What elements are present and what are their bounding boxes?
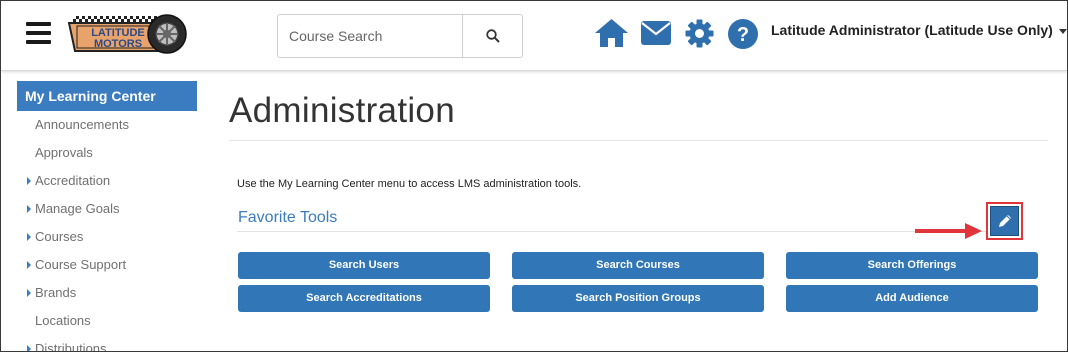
sidebar-item-label: Locations bbox=[35, 313, 91, 328]
gear-icon[interactable] bbox=[685, 19, 714, 53]
home-icon[interactable] bbox=[594, 18, 629, 53]
logo-text-line2: MOTORS bbox=[94, 38, 142, 50]
sidebar-item-label: Distributions bbox=[35, 341, 107, 352]
user-menu[interactable]: Latitude Administrator (Latitude Use Onl… bbox=[771, 22, 1067, 42]
title-divider bbox=[229, 140, 1048, 141]
sidebar-item-label: Manage Goals bbox=[35, 201, 120, 216]
caret-right-icon bbox=[27, 233, 31, 241]
tool-button-search-position-groups[interactable]: Search Position Groups bbox=[512, 285, 764, 312]
chevron-down-icon bbox=[1058, 28, 1067, 34]
mail-icon[interactable] bbox=[641, 21, 671, 50]
svg-text:?: ? bbox=[737, 24, 749, 46]
favorites-title: Favorite Tools bbox=[238, 209, 338, 226]
sidebar-item-label: Courses bbox=[35, 229, 84, 244]
caret-right-icon bbox=[27, 345, 31, 351]
course-search-box bbox=[277, 14, 523, 58]
sidebar-item[interactable]: Approvals bbox=[17, 139, 197, 167]
user-name: Latitude Administrator (Latitude Use Onl… bbox=[771, 22, 1053, 38]
sidebar: My Learning Center Announcements Approval… bbox=[17, 81, 197, 352]
logo[interactable]: LATITUDE MOTORS bbox=[67, 13, 189, 55]
tool-button-search-accreditations[interactable]: Search Accreditations bbox=[238, 285, 490, 312]
sidebar-item[interactable]: Distributions bbox=[17, 335, 197, 352]
sidebar-item-label: Brands bbox=[35, 285, 77, 300]
callout-arrow-icon bbox=[915, 223, 982, 239]
top-header: LATITUDE MOTORS Course Search ? Latitude… bbox=[1, 1, 1067, 71]
pencil-icon bbox=[998, 215, 1011, 227]
favorites-divider bbox=[237, 231, 1021, 232]
sidebar-item[interactable]: Locations bbox=[17, 307, 197, 335]
caret-right-icon bbox=[27, 205, 31, 213]
tool-button-add-audience[interactable]: Add Audience bbox=[786, 285, 1038, 312]
sidebar-item-label: Approvals bbox=[35, 145, 93, 160]
sidebar-item[interactable]: Brands bbox=[17, 279, 197, 307]
caret-right-icon bbox=[27, 177, 31, 185]
search-icon bbox=[485, 29, 500, 43]
sidebar-item[interactable]: Manage Goals bbox=[17, 195, 197, 223]
sidebar-item-label: Course Support bbox=[35, 257, 127, 272]
sidebar-item[interactable]: Announcements bbox=[17, 111, 197, 139]
caret-right-icon bbox=[27, 261, 31, 269]
tool-button-search-offerings[interactable]: Search Offerings bbox=[786, 252, 1038, 279]
sidebar-heading[interactable]: My Learning Center bbox=[17, 81, 197, 111]
page-title: Administration bbox=[229, 91, 455, 130]
help-icon[interactable]: ? bbox=[728, 19, 758, 54]
caret-right-icon bbox=[27, 289, 31, 297]
tool-button-search-users[interactable]: Search Users bbox=[238, 252, 490, 279]
edit-favorites-highlight bbox=[986, 202, 1023, 240]
tool-button-search-courses[interactable]: Search Courses bbox=[512, 252, 764, 279]
sidebar-item-label: Accreditation bbox=[35, 173, 111, 188]
sidebar-item[interactable]: Courses bbox=[17, 223, 197, 251]
course-search-input[interactable] bbox=[278, 15, 462, 57]
sidebar-item[interactable]: Accreditation bbox=[17, 167, 197, 195]
sidebar-list: Announcements Approvals Accreditation Manag… bbox=[17, 111, 197, 352]
intro-text: Use the My Learning Center menu to acces… bbox=[237, 178, 582, 190]
edit-favorites-button[interactable] bbox=[990, 206, 1019, 236]
sidebar-item-label: Announcements bbox=[35, 117, 129, 132]
search-button[interactable] bbox=[462, 15, 522, 57]
sidebar-item[interactable]: Course Support bbox=[17, 251, 197, 279]
hamburger-menu-icon[interactable] bbox=[26, 22, 51, 45]
app-window: LATITUDE MOTORS Course Search ? Latitude… bbox=[0, 0, 1068, 352]
